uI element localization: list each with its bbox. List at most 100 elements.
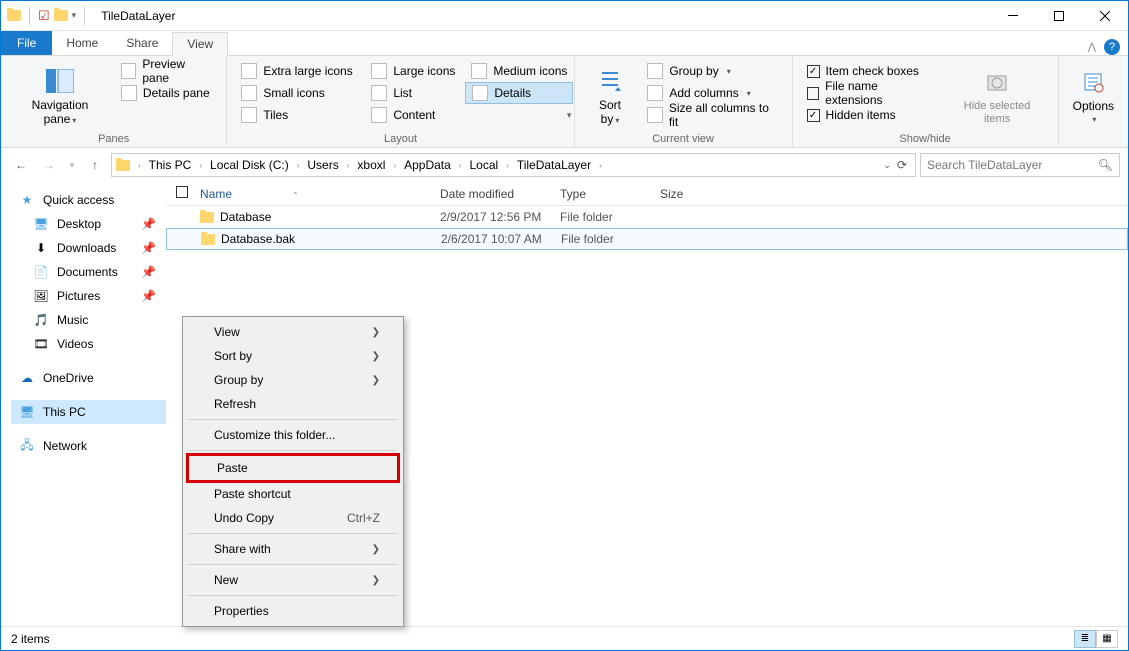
group-by-button[interactable]: Group by▾: [641, 60, 783, 82]
context-undo-copy[interactable]: Undo CopyCtrl+Z: [186, 506, 400, 530]
breadcrumb[interactable]: Users: [303, 154, 342, 176]
sidebar-onedrive[interactable]: ☁OneDrive: [11, 366, 166, 390]
breadcrumb[interactable]: Local Disk (C:): [206, 154, 293, 176]
column-size[interactable]: Size: [660, 187, 740, 201]
home-tab[interactable]: Home: [52, 31, 112, 55]
tiles-view[interactable]: Tiles: [235, 104, 365, 126]
up-button[interactable]: ↑: [83, 153, 107, 177]
column-date[interactable]: Date modified: [440, 187, 560, 201]
breadcrumb[interactable]: AppData: [400, 154, 455, 176]
context-customize[interactable]: Customize this folder...: [186, 423, 400, 447]
maximize-button[interactable]: [1036, 1, 1082, 31]
context-new[interactable]: New❯: [186, 568, 400, 592]
address-dropdown-icon[interactable]: ⌄: [883, 160, 891, 171]
cm-label: New: [214, 573, 238, 587]
sidebar-documents[interactable]: 📄Documents📌: [11, 260, 166, 284]
qat-dropdown[interactable]: ▾: [72, 10, 77, 21]
details-view-toggle[interactable]: ≣: [1074, 630, 1096, 648]
sidebar-downloads[interactable]: ⬇Downloads📌: [11, 236, 166, 260]
view-tab[interactable]: View: [172, 32, 228, 56]
extra-large-icons[interactable]: Extra large icons: [235, 60, 365, 82]
chevron-right-icon[interactable]: ›: [597, 161, 604, 170]
checkboxes-label: Item check boxes: [826, 64, 919, 78]
hide-selected-button[interactable]: Hide selected items: [945, 60, 1050, 131]
medium-icons[interactable]: Medium icons: [465, 60, 575, 82]
breadcrumb[interactable]: TileDataLayer: [513, 154, 595, 176]
help-icon[interactable]: ?: [1104, 39, 1120, 55]
file-name: Database.bak: [221, 232, 295, 246]
select-all-checkbox[interactable]: [176, 186, 188, 198]
checkbox-icon: [807, 109, 820, 122]
column-type[interactable]: Type: [560, 187, 660, 201]
sidebar-music[interactable]: 🎵Music: [11, 308, 166, 332]
check-icon[interactable]: ☑: [38, 8, 50, 24]
options-button[interactable]: Options▾: [1067, 60, 1120, 131]
file-row[interactable]: Database 2/9/2017 12:56 PM File folder: [166, 206, 1128, 228]
list-view[interactable]: List: [365, 82, 465, 104]
chevron-right-icon[interactable]: ›: [197, 161, 204, 170]
thumbnails-view-toggle[interactable]: ▦: [1096, 630, 1118, 648]
breadcrumb[interactable]: Local: [465, 154, 502, 176]
chevron-right-icon[interactable]: ›: [457, 161, 464, 170]
close-button[interactable]: [1082, 1, 1128, 31]
content-view[interactable]: Content: [365, 104, 465, 126]
file-tab[interactable]: File: [1, 31, 52, 55]
minimize-button[interactable]: [990, 1, 1036, 31]
qat-folder-icon[interactable]: [54, 10, 68, 21]
sort-by-button[interactable]: Sort by▾: [583, 60, 638, 131]
separator: [188, 564, 398, 565]
xl-icon: [241, 63, 257, 79]
search-input[interactable]: Search TileDataLayer 🔍︎: [920, 153, 1120, 177]
share-tab[interactable]: Share: [112, 31, 172, 55]
size-columns-button[interactable]: Size all columns to fit: [641, 104, 783, 126]
context-properties[interactable]: Properties: [186, 599, 400, 623]
file-name: Database: [220, 210, 271, 224]
sidebar-desktop[interactable]: 🖥Desktop📌: [11, 212, 166, 236]
pin-icon: 📌: [141, 289, 156, 303]
column-name[interactable]: Name⌃: [200, 187, 440, 201]
chevron-right-icon[interactable]: ›: [295, 161, 302, 170]
divider: [29, 7, 30, 25]
layout-expand-icon[interactable]: ▾: [567, 110, 572, 121]
sidebar-videos[interactable]: 🎞Videos: [11, 332, 166, 356]
details-pane-button[interactable]: Details pane: [115, 82, 218, 104]
forward-button[interactable]: →: [37, 153, 61, 177]
context-share-with[interactable]: Share with❯: [186, 537, 400, 561]
file-name-extensions[interactable]: File name extensions: [801, 82, 941, 104]
back-button[interactable]: ←: [9, 153, 33, 177]
chevron-right-icon[interactable]: ›: [504, 161, 511, 170]
large-icons[interactable]: Large icons: [365, 60, 465, 82]
refresh-icon[interactable]: ⟳: [897, 158, 907, 172]
context-paste-shortcut[interactable]: Paste shortcut: [186, 482, 400, 506]
cm-label: Customize this folder...: [214, 428, 335, 442]
downloads-icon: ⬇: [33, 240, 49, 256]
navigation-pane-button[interactable]: Navigation pane▾: [9, 60, 111, 131]
chevron-right-icon[interactable]: ›: [391, 161, 398, 170]
chevron-right-icon[interactable]: ›: [345, 161, 352, 170]
sidebar-pictures[interactable]: 🖼Pictures📌: [11, 284, 166, 308]
context-paste[interactable]: Paste: [189, 456, 397, 480]
context-sort-by[interactable]: Sort by❯: [186, 344, 400, 368]
context-group-by[interactable]: Group by❯: [186, 368, 400, 392]
preview-pane-button[interactable]: Preview pane: [115, 60, 218, 82]
context-view[interactable]: View❯: [186, 320, 400, 344]
details-view[interactable]: Details: [465, 82, 573, 104]
address-bar[interactable]: › This PC› Local Disk (C:)› Users› xboxl…: [111, 153, 916, 177]
layout-group: Extra large icons Large icons Medium ico…: [227, 56, 574, 147]
context-refresh[interactable]: Refresh: [186, 392, 400, 416]
hidden-items[interactable]: Hidden items: [801, 104, 941, 126]
hide-selected-label: Hide selected items: [951, 100, 1044, 124]
recent-dropdown[interactable]: ▾: [65, 153, 79, 177]
breadcrumb[interactable]: xboxl: [353, 154, 389, 176]
chevron-right-icon[interactable]: ›: [136, 161, 143, 170]
breadcrumb[interactable]: This PC: [145, 154, 196, 176]
sidebar-quick-access[interactable]: ★Quick access: [11, 188, 166, 212]
cloud-icon: ☁: [19, 370, 35, 386]
tiles-label: Tiles: [263, 108, 288, 122]
sidebar-this-pc[interactable]: 🖥This PC: [11, 400, 166, 424]
small-icons[interactable]: Small icons: [235, 82, 365, 104]
collapse-ribbon-icon[interactable]: ⋀: [1088, 42, 1096, 53]
sidebar-network[interactable]: 🖧Network: [11, 434, 166, 458]
file-row[interactable]: Database.bak 2/6/2017 10:07 AM File fold…: [166, 228, 1128, 250]
sm-label: Small icons: [263, 86, 324, 100]
